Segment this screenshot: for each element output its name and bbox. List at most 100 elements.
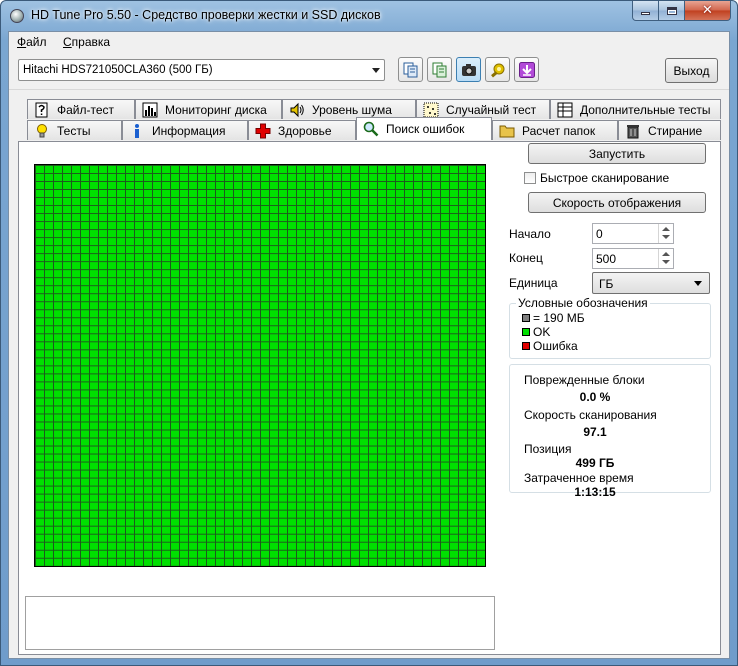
monitor-chart-icon: [142, 102, 158, 117]
drive-select[interactable]: Hitachi HDS721050CLA360 (500 ГБ): [18, 59, 385, 81]
health-cross-icon: [255, 123, 271, 138]
screenshot-button[interactable]: [456, 57, 481, 82]
menu-file-label: айл: [26, 35, 47, 49]
minimize-button[interactable]: [632, 1, 659, 21]
tab-erase-label: Стирание: [648, 123, 703, 138]
legend-green-swatch: [522, 328, 530, 336]
damaged-blocks-value: 0.0 %: [579, 390, 611, 404]
close-icon: ✕: [702, 3, 713, 18]
drive-select-value: Hitachi HDS721050CLA360 (500 ГБ): [23, 64, 213, 76]
toolbar-buttons: [398, 57, 539, 83]
tab-file-test-label: Файл-тест: [57, 102, 115, 117]
tab-folder-usage[interactable]: Расчет папок: [492, 120, 618, 140]
close-button[interactable]: ✕: [685, 1, 731, 21]
position-value: 499 ГБ: [575, 456, 615, 470]
start-field-label: Начало: [509, 227, 551, 241]
tab-error-scan[interactable]: Поиск ошибок: [356, 117, 492, 140]
tab-disk-monitor-label: Мониторинг диска: [165, 102, 267, 117]
spin-down-icon: [662, 260, 670, 264]
tab-random-test-label: Случайный тест: [446, 102, 537, 117]
tab-benchmark[interactable]: Тесты: [27, 120, 122, 140]
window-title: HD Tune Pro 5.50 - Средство проверки жес…: [31, 8, 381, 22]
tab-extra-tests[interactable]: Дополнительные тесты: [550, 99, 721, 119]
tab-health[interactable]: Здоровье: [248, 120, 356, 140]
menu-bar: Файл Справка: [9, 32, 729, 52]
magnifier-icon: [363, 121, 379, 137]
tab-info[interactable]: Информация: [122, 120, 248, 140]
quick-scan-option[interactable]: Быстрое сканирование: [524, 171, 669, 185]
tab-benchmark-label: Тесты: [57, 123, 91, 138]
legend-error-label: Ошибка: [533, 339, 578, 353]
maximize-icon: [666, 6, 677, 15]
options-button[interactable]: [485, 57, 510, 82]
menu-file[interactable]: Файл: [17, 35, 47, 49]
menu-help-mnemonic: С: [63, 35, 72, 49]
unit-select[interactable]: ГБ: [592, 272, 710, 294]
start-field[interactable]: 0: [592, 223, 674, 244]
tab-extra-tests-label: Дополнительные тесты: [580, 102, 711, 117]
unit-label: Единица: [509, 276, 558, 290]
speaker-icon: [290, 102, 304, 117]
tab-file-test[interactable]: Файл-тест: [27, 99, 135, 119]
exit-button[interactable]: Выход: [665, 58, 718, 83]
start-spinner[interactable]: [658, 224, 673, 243]
tab-noise-level-label: Уровень шума: [312, 102, 392, 117]
scan-speed-value: 97.1: [583, 425, 607, 439]
legend-title: Условные обозначения: [516, 296, 650, 310]
tab-strip: Файл-тест Мониторинг диска Уровень шума …: [9, 90, 729, 142]
legend-group: Условные обозначения = 190 МБ OK Ошибка: [509, 296, 711, 359]
log-box[interactable]: [25, 596, 495, 650]
maximize-button[interactable]: [659, 1, 685, 21]
wrench-options-icon: [490, 63, 504, 77]
legend-ok-label: OK: [533, 325, 551, 339]
tab-erase[interactable]: Стирание: [618, 120, 721, 140]
start-field-value: 0: [596, 227, 603, 241]
camera-icon: [461, 63, 476, 76]
block-map-grid: [35, 165, 485, 566]
client-area: Файл Справка Hitachi HDS721050CLA360 (50…: [8, 31, 730, 659]
chevron-down-icon: [372, 68, 380, 73]
legend-block-size-label: = 190 МБ: [533, 311, 585, 325]
spin-down-icon: [662, 235, 670, 239]
menu-help[interactable]: Справка: [63, 35, 110, 49]
spin-up-icon: [662, 227, 670, 231]
start-button[interactable]: Запустить: [528, 143, 706, 164]
stats-group: Поврежденные блоки 0.0 % Скорость сканир…: [509, 364, 711, 499]
end-field-label: Конец: [509, 251, 543, 265]
quick-scan-label: Быстрое сканирование: [540, 171, 670, 185]
app-window: HD Tune Pro 5.50 - Средство проверки жес…: [0, 0, 738, 666]
tab-random-test[interactable]: Случайный тест: [416, 99, 550, 119]
end-field-value: 500: [596, 252, 617, 266]
menu-file-mnemonic: Ф: [17, 35, 27, 49]
display-speed-button[interactable]: Скорость отображения: [528, 192, 706, 213]
end-spinner[interactable]: [658, 249, 673, 268]
legend-ok: OK: [522, 325, 550, 339]
copy-all-icon: [432, 62, 446, 77]
toolbar: Hitachi HDS721050CLA360 (500 ГБ) Выход: [9, 52, 729, 90]
tab-error-scan-label: Поиск ошибок: [386, 122, 465, 136]
legend-error: Ошибка: [522, 339, 578, 353]
tab-folder-usage-label: Расчет папок: [522, 123, 596, 138]
legend-gray-swatch: [522, 314, 530, 322]
caption-buttons: ✕: [632, 1, 731, 21]
scan-speed-label: Скорость сканирования: [524, 408, 657, 422]
tab-noise-level[interactable]: Уровень шума: [282, 99, 416, 119]
tab-disk-monitor[interactable]: Мониторинг диска: [135, 99, 282, 119]
damaged-blocks-label: Поврежденные блоки: [524, 373, 645, 387]
copy-all-button[interactable]: [427, 57, 452, 82]
copy-icon: [403, 62, 417, 77]
block-map: [34, 164, 486, 567]
copy-info-button[interactable]: [398, 57, 423, 82]
quick-scan-checkbox[interactable]: [524, 172, 536, 184]
elapsed-time-value: 1:13:15: [574, 485, 616, 499]
legend-red-swatch: [522, 342, 530, 350]
menu-help-label: правка: [71, 35, 111, 49]
legend-block-size: = 190 МБ: [522, 311, 585, 325]
title-bar[interactable]: HD Tune Pro 5.50 - Средство проверки жес…: [1, 1, 737, 31]
end-field[interactable]: 500: [592, 248, 674, 269]
app-logo-icon[interactable]: [10, 9, 24, 23]
file-test-icon: [35, 102, 48, 117]
position-label: Позиция: [524, 442, 572, 456]
save-button[interactable]: [514, 57, 539, 82]
trash-icon: [627, 124, 639, 138]
